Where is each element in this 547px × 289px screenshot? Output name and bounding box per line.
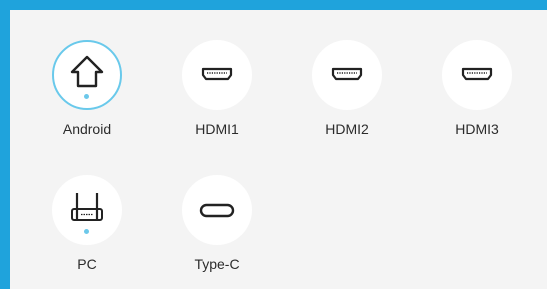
source-android-button[interactable] [52, 40, 122, 110]
source-label: Type-C [194, 256, 240, 272]
active-indicator-dot [84, 229, 89, 234]
source-label: HDMI3 [455, 121, 499, 137]
source-hdmi3[interactable]: HDMI3 [422, 40, 532, 150]
source-hdmi2-button[interactable] [312, 40, 382, 110]
source-hdmi1[interactable]: HDMI1 [162, 40, 272, 150]
pc-router-icon [71, 193, 103, 221]
hdmi-port-icon [331, 67, 363, 81]
source-hdmi1-button[interactable] [182, 40, 252, 110]
active-indicator-dot [84, 94, 89, 99]
source-label: Android [62, 121, 112, 137]
hdmi-port-icon [461, 67, 493, 81]
input-source-panel: Android HDMI1 HDMI2 HDMI3 PC Type-C [10, 10, 547, 289]
source-label: PC [77, 256, 97, 272]
source-label: HDMI1 [195, 121, 239, 137]
usb-c-port-icon [199, 203, 235, 218]
hdmi-port-icon [201, 67, 233, 81]
source-pc-button[interactable] [52, 175, 122, 245]
source-label: HDMI2 [325, 121, 369, 137]
source-hdmi2[interactable]: HDMI2 [292, 40, 402, 150]
source-pc[interactable]: PC [32, 175, 142, 285]
source-type-c[interactable]: Type-C [162, 175, 272, 285]
source-hdmi3-button[interactable] [442, 40, 512, 110]
source-android[interactable]: Android [32, 40, 142, 150]
source-type-c-button[interactable] [182, 175, 252, 245]
